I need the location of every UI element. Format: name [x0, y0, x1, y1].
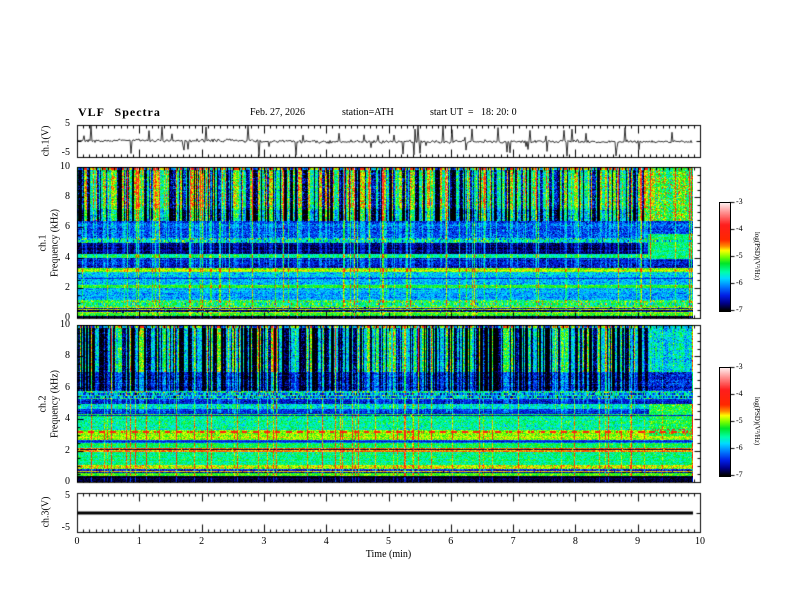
xtick-label: 1	[136, 536, 142, 547]
colorbar-2-tick-labels: -3 -4 -5 -6 -7	[736, 361, 752, 481]
date-label: Feb. 27, 2026	[250, 107, 305, 118]
ch1-wave-ytick-labels: 5 -5	[44, 118, 70, 159]
ytick-label: 5	[65, 118, 70, 129]
ytick-label: 0	[65, 475, 70, 487]
colorbar-tick-label: -4	[736, 389, 743, 398]
ytick-label: 8	[65, 191, 70, 203]
ytick-label: -5	[61, 147, 70, 158]
time-axis-tick-labels: 0 1 2 3 4 5 6 7 8 9 10	[66, 536, 711, 547]
colorbar-tick-label: -5	[736, 416, 743, 425]
ytick-label: 6	[65, 221, 70, 233]
colorbar-tick-label: -7	[736, 305, 743, 314]
xtick-label: 2	[199, 536, 205, 547]
station-label: station=ATH	[342, 107, 394, 118]
xtick-label: 8	[572, 536, 578, 547]
colorbar-2-title: log(PSD)(V²/Hz)	[753, 396, 761, 446]
time-axis-title: Time (min)	[365, 549, 412, 560]
colorbar-1-tick-labels: -3 -4 -5 -6 -7	[736, 196, 752, 316]
colorbar-1-canvas	[719, 202, 731, 312]
colorbar-tick-label: -6	[736, 443, 743, 452]
ytick-label: 4	[65, 251, 70, 263]
vlf-spectra-figure: VLF Spectra Feb. 27, 2026 station=ATH st…	[0, 0, 792, 612]
xtick-label: 0	[74, 536, 80, 547]
ytick-label: 2	[65, 281, 70, 293]
colorbar-tick-label: -7	[736, 470, 743, 479]
xtick-label: 7	[510, 536, 516, 547]
start-ut-label: start UT = 18: 20: 0	[430, 107, 517, 118]
ytick-label: 8	[65, 350, 70, 362]
ytick-label: 4	[65, 413, 70, 425]
xtick-label: 10	[694, 536, 705, 547]
ch1-spec-ytick-labels: 10 8 6 4 2 0	[44, 161, 70, 324]
xtick-label: 4	[323, 536, 329, 547]
xtick-label: 9	[635, 536, 641, 547]
ch2-spec-ytick-labels: 10 8 6 4 2 0	[44, 319, 70, 488]
colorbar-1-title: log(PSD)(V²/Hz)	[753, 231, 761, 281]
ytick-label: 5	[65, 490, 70, 501]
ch3-wave-ytick-labels: 5 -5	[44, 490, 70, 534]
ytick-label: 6	[65, 381, 70, 393]
ytick-label: -5	[61, 522, 70, 533]
ytick-label: 2	[65, 444, 70, 456]
colorbar-tick-label: -6	[736, 278, 743, 287]
colorbar-tick-label: -3	[736, 362, 743, 371]
colorbar-tick-label: -5	[736, 251, 743, 260]
xtick-label: 5	[385, 536, 391, 547]
xtick-label: 6	[448, 536, 454, 547]
ytick-label: 10	[60, 161, 70, 172]
colorbar-tick-label: -3	[736, 197, 743, 206]
colorbar-2-canvas	[719, 367, 731, 477]
figure-title: VLF Spectra	[78, 105, 161, 119]
ytick-label: 10	[60, 319, 70, 330]
xtick-label: 3	[261, 536, 267, 547]
colorbar-tick-label: -4	[736, 224, 743, 233]
axes-frame-canvas	[0, 0, 792, 612]
